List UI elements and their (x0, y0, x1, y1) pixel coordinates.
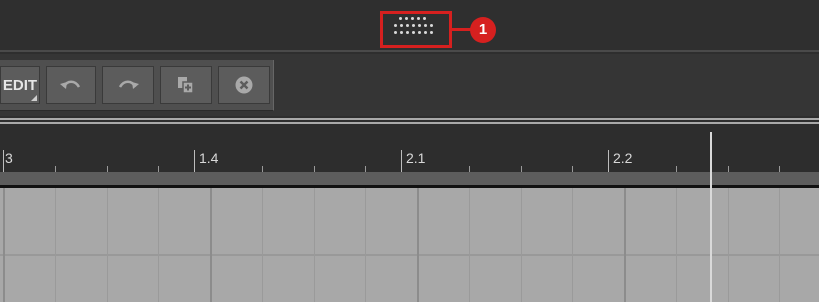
minor-tick (521, 166, 522, 172)
grid-row-divider (0, 254, 819, 256)
bar-tick (194, 150, 195, 172)
clear-icon (235, 76, 253, 94)
minor-tick (107, 166, 108, 172)
grid-column-line (210, 188, 212, 302)
grid-column-line (158, 188, 159, 302)
bar-label: 1.4 (199, 150, 219, 166)
top-divider (0, 50, 819, 52)
grid-column-line (314, 188, 315, 302)
bar-tick (401, 150, 402, 172)
minor-tick (469, 166, 470, 172)
toolbar: EDIT (0, 54, 819, 116)
minor-tick (572, 166, 573, 172)
step-grid[interactable] (0, 188, 819, 302)
ruler-band (0, 172, 819, 185)
bar-label: 3 (5, 150, 13, 166)
redo-icon (118, 80, 139, 89)
minor-tick (728, 166, 729, 172)
grid-column-line (572, 188, 573, 302)
minor-tick (779, 166, 780, 172)
bar-label: 2.2 (613, 150, 633, 166)
undo-icon (60, 80, 81, 89)
dropdown-corner-icon (31, 95, 37, 101)
minor-tick (55, 166, 56, 172)
ruler-top-gap (0, 124, 819, 132)
duplicate-button[interactable] (160, 66, 212, 104)
grid-column-line (469, 188, 470, 302)
grid-column-line (728, 188, 729, 302)
grid-column-line (521, 188, 522, 302)
grid-column-line (3, 188, 5, 302)
callout-number: 1 (470, 17, 496, 43)
callout-highlight-box (380, 11, 452, 48)
grid-column-line (624, 188, 626, 302)
minor-tick (365, 166, 366, 172)
bar-tick (3, 150, 4, 172)
undo-button[interactable] (46, 66, 96, 104)
toolbar-separator (0, 118, 819, 120)
grid-column-line (779, 188, 780, 302)
grid-column-line (676, 188, 677, 302)
bar-label: 2.1 (406, 150, 426, 166)
clear-button[interactable] (218, 66, 270, 104)
bar-tick (608, 150, 609, 172)
grid-column-line (55, 188, 56, 302)
minor-tick (314, 166, 315, 172)
grid-column-line (365, 188, 366, 302)
grid-column-line (417, 188, 419, 302)
grid-column-line (107, 188, 108, 302)
redo-button[interactable] (102, 66, 154, 104)
edit-mode-label: EDIT (2, 76, 38, 94)
minor-tick (262, 166, 263, 172)
minor-tick (158, 166, 159, 172)
toolbar-button-group: EDIT (0, 60, 274, 111)
edit-mode-button[interactable]: EDIT (0, 66, 40, 104)
grid-column-line (262, 188, 263, 302)
duplicate-icon (178, 77, 194, 94)
minor-tick (676, 166, 677, 172)
playhead[interactable] (710, 132, 712, 302)
